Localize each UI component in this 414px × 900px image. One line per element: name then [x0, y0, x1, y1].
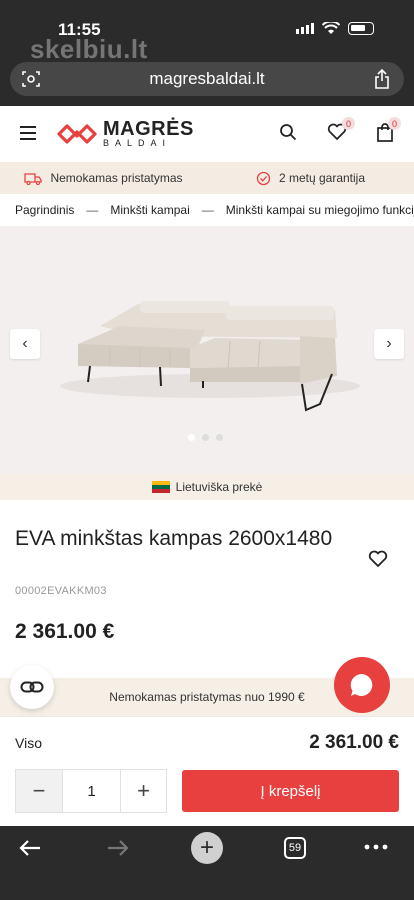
gallery-dot[interactable]	[202, 434, 209, 441]
status-bar: 11:55 skelbiu.lt	[0, 0, 414, 64]
product-info: EVA minkštas kampas 2600x1480 00002EVAKK…	[0, 500, 414, 716]
page-tools-icon[interactable]	[22, 70, 40, 88]
logo[interactable]: MAGRĖS BALDAI	[57, 118, 194, 148]
link-icon	[20, 681, 44, 693]
benefit-warranty: 2 metų garantija	[207, 162, 414, 194]
quantity-field[interactable]: 1	[62, 770, 120, 812]
increase-button[interactable]: +	[120, 770, 166, 812]
logo-mark-icon	[57, 124, 97, 144]
quantity-stepper[interactable]: − 1 +	[15, 769, 167, 813]
add-to-cart-panel: Viso 2 361.00 € − 1 + Į krepšelį	[0, 716, 414, 826]
watermark: skelbiu.lt	[30, 34, 148, 64]
breadcrumb-item[interactable]: Minkšti kampai	[110, 203, 189, 217]
origin-badge: Lietuviška prekė	[0, 474, 414, 500]
battery-icon	[348, 22, 374, 35]
url-text: magresbaldai.lt	[149, 69, 265, 88]
benefits-bar: Nemokamas pristatymas 2 metų garantija	[0, 162, 414, 194]
chevron-right-icon: ›	[386, 335, 392, 352]
share-icon[interactable]	[374, 69, 390, 89]
breadcrumb-separator: —	[201, 203, 214, 217]
wifi-icon	[322, 22, 340, 34]
gallery-prev-button[interactable]: ‹	[10, 329, 40, 359]
breadcrumb-item[interactable]: Minkšti kampai su miegojimo funkcija	[226, 203, 414, 217]
forward-arrow-icon[interactable]	[106, 838, 130, 858]
promo-text: Nemokamas pristatymas nuo 1990 €	[109, 690, 305, 704]
more-options-icon[interactable]	[364, 844, 388, 850]
breadcrumb-separator: —	[86, 203, 99, 217]
menu-icon[interactable]	[20, 126, 36, 144]
gallery-dot[interactable]	[188, 434, 195, 441]
truck-icon	[24, 172, 43, 185]
breadcrumb-item[interactable]: Pagrindinis	[15, 203, 74, 217]
tab-switcher-button[interactable]: 59	[284, 837, 306, 859]
add-to-wishlist-heart-icon[interactable]	[368, 550, 388, 568]
chevron-left-icon: ‹	[22, 335, 28, 352]
status-icons	[296, 22, 374, 35]
gallery-next-button[interactable]: ›	[374, 329, 404, 359]
benefit-label: 2 metų garantija	[278, 171, 366, 185]
product-title: EVA minkštas kampas 2600x1480	[15, 527, 333, 550]
chat-button[interactable]	[334, 657, 390, 713]
plus-icon: +	[199, 834, 214, 861]
new-tab-button[interactable]: +	[191, 832, 223, 864]
cart-badge: 0	[388, 117, 401, 130]
lithuania-flag-icon	[151, 481, 170, 493]
origin-label: Lietuviška prekė	[175, 480, 263, 494]
decrease-button[interactable]: −	[16, 770, 62, 812]
browser-toolbar: + 59	[0, 826, 414, 900]
benefit-delivery: Nemokamas pristatymas	[0, 162, 207, 194]
product-price: 2 361.00 €	[15, 620, 115, 643]
gallery-dot[interactable]	[216, 434, 223, 441]
back-arrow-icon[interactable]	[18, 838, 42, 858]
product-sku: 00002EVAKKM03	[15, 585, 107, 597]
wishlist-button[interactable]: 0	[327, 117, 355, 146]
total-value: 2 361.00 €	[309, 732, 399, 753]
plus-icon: +	[137, 778, 150, 803]
total-label: Viso	[15, 735, 42, 751]
chat-bubble-icon	[350, 673, 373, 696]
benefit-label: Nemokamas pristatymas	[50, 171, 183, 185]
logo-word: MAGRĖS	[103, 118, 194, 140]
check-badge-icon	[256, 171, 271, 185]
product-gallery[interactable]: ‹ ›	[0, 226, 414, 474]
search-icon[interactable]	[279, 123, 297, 141]
signal-icon	[296, 23, 314, 34]
gallery-dots	[188, 434, 223, 441]
link-button[interactable]	[10, 665, 54, 709]
cart-button[interactable]: 0	[377, 117, 401, 147]
add-to-cart-button[interactable]: Į krepšelį	[182, 770, 399, 812]
site-header: MAGRĖS BALDAI 0 0	[0, 106, 414, 162]
minus-icon: −	[32, 778, 46, 803]
address-bar[interactable]: magresbaldai.lt	[10, 62, 404, 96]
breadcrumb: Pagrindinis — Minkšti kampai — Minkšti k…	[0, 194, 414, 226]
wishlist-badge: 0	[342, 117, 355, 130]
